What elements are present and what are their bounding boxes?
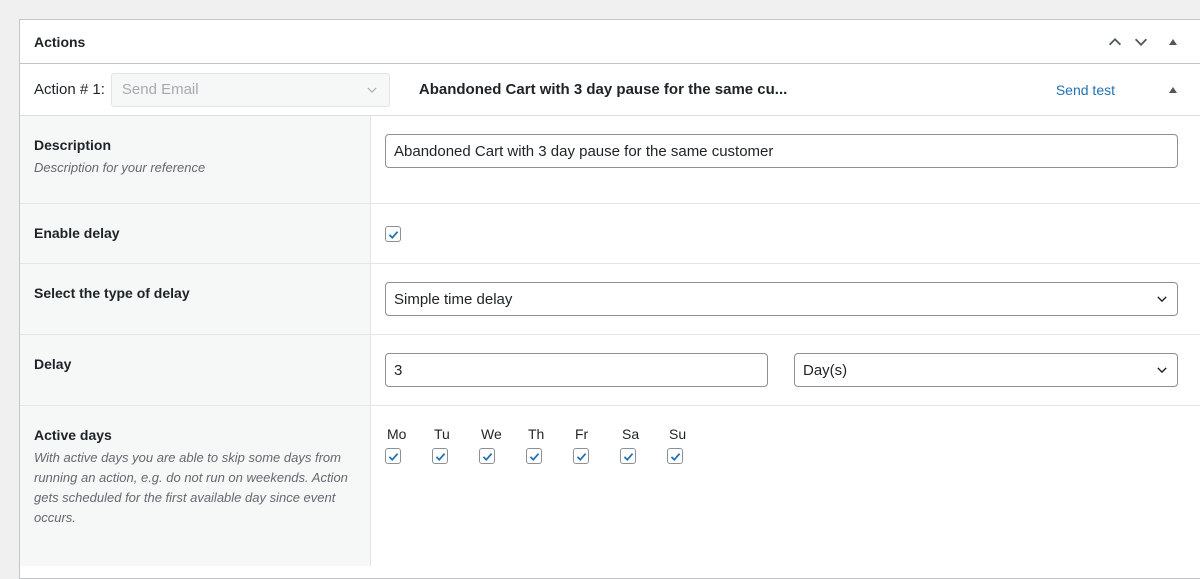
day-label: Su xyxy=(669,426,687,442)
description-input[interactable]: Abandoned Cart with 3 day pause for the … xyxy=(385,134,1178,168)
check-icon xyxy=(576,452,586,461)
day-label: Fr xyxy=(575,426,589,442)
day-checkbox-friday[interactable] xyxy=(573,448,589,464)
day-thursday: Th xyxy=(526,426,573,464)
active-days-row: Active days With active days you are abl… xyxy=(20,406,1200,566)
description-row: Description Description for your referen… xyxy=(20,116,1200,204)
day-checkbox-thursday[interactable] xyxy=(526,448,542,464)
description-title: Description xyxy=(34,137,112,153)
delay-unit-select[interactable]: Day(s) xyxy=(794,353,1178,387)
delay-type-field-col: Simple time delay xyxy=(371,264,1200,334)
day-wednesday: We xyxy=(479,426,526,464)
delay-unit-value: Day(s) xyxy=(803,361,848,379)
enable-delay-row: Enable delay xyxy=(20,204,1200,264)
action-summary: Abandoned Cart with 3 day pause for the … xyxy=(418,81,788,98)
actions-panel: Actions Action # 1: Send Email Abandoned… xyxy=(19,19,1200,579)
active-days-label-col: Active days With active days you are abl… xyxy=(20,406,371,566)
day-checkbox-sunday[interactable] xyxy=(667,448,683,464)
move-down-button[interactable] xyxy=(1128,29,1154,55)
panel-title: Actions xyxy=(34,33,86,50)
delay-type-select[interactable]: Simple time delay xyxy=(385,282,1178,316)
day-label: We xyxy=(481,426,502,442)
description-label-col: Description Description for your referen… xyxy=(20,116,371,203)
delay-type-row: Select the type of delay Simple time del… xyxy=(20,264,1200,335)
move-up-button[interactable] xyxy=(1102,29,1128,55)
delay-row: Delay 3 Day(s) xyxy=(20,335,1200,406)
delay-type-value: Simple time delay xyxy=(394,290,513,308)
chevron-down-icon xyxy=(367,87,377,93)
check-icon xyxy=(623,452,633,461)
day-label: Th xyxy=(528,426,545,442)
enable-delay-label-col: Enable delay xyxy=(20,204,371,263)
delay-label-col: Delay xyxy=(20,335,371,405)
chevron-down-icon xyxy=(1157,367,1167,374)
day-checkbox-tuesday[interactable] xyxy=(432,448,448,464)
triangle-up-icon xyxy=(1169,38,1177,45)
enable-delay-title: Enable delay xyxy=(34,225,120,241)
check-icon xyxy=(482,452,492,461)
day-sunday: Su xyxy=(667,426,714,464)
active-days-field-col: Mo Tu We Th Fr Sa Su xyxy=(371,406,1200,566)
active-days-list: Mo Tu We Th Fr Sa Su xyxy=(385,426,1178,464)
delay-type-title: Select the type of delay xyxy=(34,285,190,301)
day-monday: Mo xyxy=(385,426,432,464)
action-type-select: Send Email xyxy=(110,72,390,107)
day-label: Sa xyxy=(622,426,640,442)
enable-delay-field-col xyxy=(371,204,1200,263)
active-days-title: Active days xyxy=(34,427,112,443)
triangle-up-icon xyxy=(1169,86,1177,93)
active-days-help: With active days you are able to skip so… xyxy=(34,450,348,525)
check-icon xyxy=(529,452,539,461)
chevron-up-icon xyxy=(1108,37,1122,45)
check-icon xyxy=(388,230,398,239)
day-label: Tu xyxy=(434,426,450,442)
chevron-down-icon xyxy=(1134,38,1148,46)
chevron-down-icon xyxy=(1157,296,1167,303)
delay-field-col: 3 Day(s) xyxy=(371,335,1200,405)
action-toggle-button[interactable] xyxy=(1160,85,1186,95)
day-checkbox-monday[interactable] xyxy=(385,448,401,464)
description-field-col: Abandoned Cart with 3 day pause for the … xyxy=(371,116,1200,203)
day-label: Mo xyxy=(387,426,407,442)
panel-toggle-button[interactable] xyxy=(1160,29,1186,55)
panel-header: Actions xyxy=(20,20,1200,64)
day-friday: Fr xyxy=(573,426,620,464)
day-checkbox-saturday[interactable] xyxy=(620,448,636,464)
send-test-link[interactable]: Send test xyxy=(1056,82,1115,98)
check-icon xyxy=(388,452,398,461)
delay-type-label-col: Select the type of delay xyxy=(20,264,371,334)
action-row: Action # 1: Send Email Abandoned Cart wi… xyxy=(20,64,1200,116)
day-checkbox-wednesday[interactable] xyxy=(479,448,495,464)
enable-delay-checkbox[interactable] xyxy=(385,226,401,242)
check-icon xyxy=(670,452,680,461)
delay-title: Delay xyxy=(34,356,72,372)
check-icon xyxy=(435,452,445,461)
delay-amount-input[interactable]: 3 xyxy=(385,353,768,387)
action-type-value: Send Email xyxy=(121,81,199,98)
day-saturday: Sa xyxy=(620,426,667,464)
day-tuesday: Tu xyxy=(432,426,479,464)
action-number-label: Action # 1: xyxy=(34,81,105,98)
description-help: Description for your reference xyxy=(34,160,206,175)
